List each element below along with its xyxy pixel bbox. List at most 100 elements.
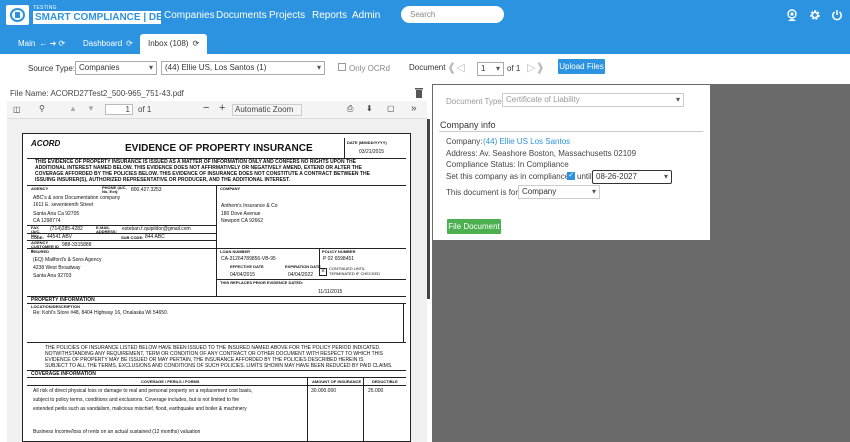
acord-logo: ACORD [31,139,61,148]
tab-inbox-label: Inbox (108) [148,39,189,48]
insured-line-3: Santa Ana 92703 [33,273,72,279]
rule [27,303,406,304]
rule [363,377,364,442]
rule [27,377,406,378]
coverage-line-4: Business Income/loss of rents on an actu… [33,429,201,435]
effective-date: 04/04/2015 [230,272,256,278]
user-support-icon[interactable] [786,9,798,21]
until-label: until [577,172,592,181]
rule [216,185,217,297]
company-label: Company: [446,137,483,146]
company-line-1: Anthem's Insurance & Co [221,203,278,209]
pdf-page-input[interactable]: 1 [105,104,133,115]
document-for-label: This document is for: [446,188,521,197]
document-label: Document [409,63,446,72]
nav-reports[interactable]: Reports [312,10,347,21]
logo-wordmark: SMART COMPLIANCE | DEV [33,11,170,24]
compliance-status: Compliance Status: In Compliance [446,160,569,169]
pdf-scrollbar[interactable] [427,119,430,299]
agency-phone: 800.427.3253 [131,187,162,193]
document-for-select[interactable]: Company [518,185,600,199]
loan-header: LOAN NUMBER [220,249,250,254]
logo-mark-icon [6,5,29,25]
compliance-checkbox[interactable]: ✓ [567,172,575,180]
refresh-icon[interactable]: ⟳ [192,39,199,48]
first-prev-icon[interactable]: ❰◁ [447,61,465,74]
rule [344,138,345,158]
bookmark-icon[interactable]: ▢ [387,104,395,113]
tab-strip: Main ← ➜ ⟳ Dashboard ⟳ Inbox (108) ⟳ [0,32,850,54]
date-header: DATE (MM/DD/YYYY) [347,140,387,145]
only-ocr-checkbox[interactable] [338,63,346,71]
source-type-select[interactable]: Companies [75,61,157,75]
insured-header: INSURED [31,249,50,254]
find-icon[interactable]: ⚲ [39,104,45,113]
app-logo[interactable]: TESTING SMART COMPLIANCE | DEV [6,5,169,25]
gear-icon[interactable] [809,9,821,21]
location-description: Re: Kohl's Store #48, 8404 Highway 16, O… [33,310,169,316]
doc-page-input[interactable]: 1 [477,62,504,76]
disclaimer-line-4: ISSUING INSURER(S), AUTHORIZED REPRESENT… [35,177,291,183]
company-address: Address: Av. Seashore Boston, Massachuse… [446,149,637,158]
replaces-date: 11/11/2015 [318,289,343,295]
rule [307,377,308,442]
tab-main-label: Main [18,39,36,48]
tab-inbox[interactable]: Inbox (108) ⟳ [140,34,208,54]
rule [27,248,216,249]
nav-projects[interactable]: Projects [269,10,305,21]
nav-documents[interactable]: Documents [216,10,267,21]
company-link[interactable]: (44) Ellie US Los Santos [483,137,570,146]
zoom-select[interactable]: Automatic Zoom [232,104,302,116]
agency-line-2: 1611 E. seventeenth Street [33,202,94,208]
rule [403,303,404,342]
agency-email: esteban.f.quipildor@gmail.com [122,226,191,232]
file-document-button[interactable]: File Document [447,219,501,234]
insured-line-1: (EQ) Mailford's & Sons Agency [33,257,102,263]
file-name: File Name: ACORD27Test2_500-965_751-43.p… [10,89,184,98]
sidebar-toggle-icon[interactable]: ◫ [13,105,21,114]
effective-date-header: EFFECTIVE DATE [230,264,264,269]
next-page-icon[interactable]: ▼ [87,104,95,113]
refresh-icon[interactable]: ⟳ [126,39,133,48]
nav-admin[interactable]: Admin [352,10,380,21]
company-line-3: Newport CA 92662 [221,218,263,224]
continued-checkbox: × [319,268,327,276]
policy-header: POLICY NUMBER [322,249,356,254]
zoom-out-icon[interactable]: − [203,102,209,114]
coverage-line-2: subject to policy terms, conditions and … [33,397,240,403]
amount-value: 30.000.000 [311,388,337,394]
company-info-heading: Company info [440,120,496,130]
tab-main[interactable]: Main ← ➜ ⟳ [18,39,65,48]
only-ocr-label: Only OCRd [349,64,390,73]
document-type-select[interactable]: Certificate of Liability [502,93,684,107]
agency-line-3: Santa Ana Ca 92705 [33,211,80,217]
trash-icon[interactable] [414,87,424,98]
prev-page-icon[interactable]: ▲ [69,104,77,113]
tab-dashboard[interactable]: Dashboard ⟳ [83,39,133,48]
coverage-line-1: All risk of direct physical loss or dama… [33,388,253,394]
nav-arrows-icon[interactable]: ← ➜ ⟳ [39,39,65,48]
upload-files-button[interactable]: Upload Files [558,59,605,74]
doc-date: 03/21/2015 [359,149,385,155]
insured-line-2: 4238 West Broadway [33,265,81,271]
tools-icon[interactable]: » [411,103,417,114]
expiration-date-header: EXPIRATION DATE [285,264,321,269]
doc-page-count: of 1 [507,64,521,73]
download-icon[interactable]: ⬇ [366,104,373,113]
until-date-input[interactable]: 08-26-2027 [592,170,672,184]
tab-dashboard-label: Dashboard [83,39,123,48]
next-last-icon[interactable]: ▷❱ [527,61,545,74]
agency-line-4: CA 1298774 [33,218,61,224]
power-icon[interactable] [831,9,843,21]
zoom-in-icon[interactable]: + [219,102,225,114]
nav-companies[interactable]: Companies [164,10,215,21]
policies-line-4: SUBJECT TO ALL THE TERMS, EXCLUSIONS AND… [45,363,393,369]
divider [439,131,703,132]
company-select[interactable]: (44) Ellie US, Los Santos (1) [161,61,325,75]
print-icon[interactable]: ⎙ [347,104,353,114]
agency-line-1: ABC's & sons Documentation company [33,195,121,201]
document-details-panel: Document Type: Certificate of Liability … [433,85,710,240]
search-input[interactable]: Search [401,6,504,23]
acord-document-page: ACORD EVIDENCE OF PROPERTY INSURANCE DAT… [22,133,411,442]
source-toolbar: Source Type: Companies (44) Ellie US, Lo… [0,54,850,84]
